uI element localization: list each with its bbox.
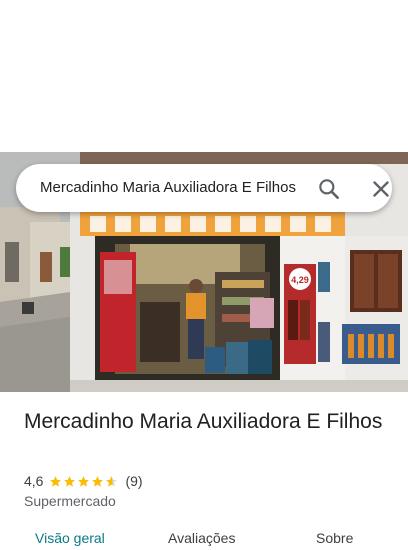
half-star-icon bbox=[106, 475, 118, 487]
place-title: Mercadinho Maria Auxiliadora E Filhos bbox=[24, 410, 383, 433]
rating-stars bbox=[49, 475, 119, 488]
review-count[interactable]: (9) bbox=[125, 473, 142, 489]
close-icon[interactable] bbox=[368, 176, 394, 202]
place-tabs: Visão geral Avaliações Sobre bbox=[0, 530, 408, 550]
place-info-panel: Mercadinho Maria Auxiliadora E Filhos 4,… bbox=[0, 392, 408, 546]
star-icon bbox=[64, 475, 76, 487]
rating-value: 4,6 bbox=[24, 473, 44, 489]
search-bar[interactable]: Mercadinho Maria Auxiliadora E Filhos bbox=[16, 164, 392, 212]
star-icon bbox=[78, 475, 90, 487]
star-icon bbox=[50, 475, 62, 487]
place-category[interactable]: Supermercado bbox=[24, 493, 116, 509]
rating-row[interactable]: 4,6 (9) bbox=[24, 472, 143, 490]
star-icon bbox=[92, 475, 104, 487]
price-sign-text: 4,29 bbox=[291, 275, 309, 285]
map-blank-area bbox=[0, 0, 408, 152]
search-icon[interactable] bbox=[316, 176, 342, 202]
search-input[interactable]: Mercadinho Maria Auxiliadora E Filhos bbox=[40, 164, 302, 212]
